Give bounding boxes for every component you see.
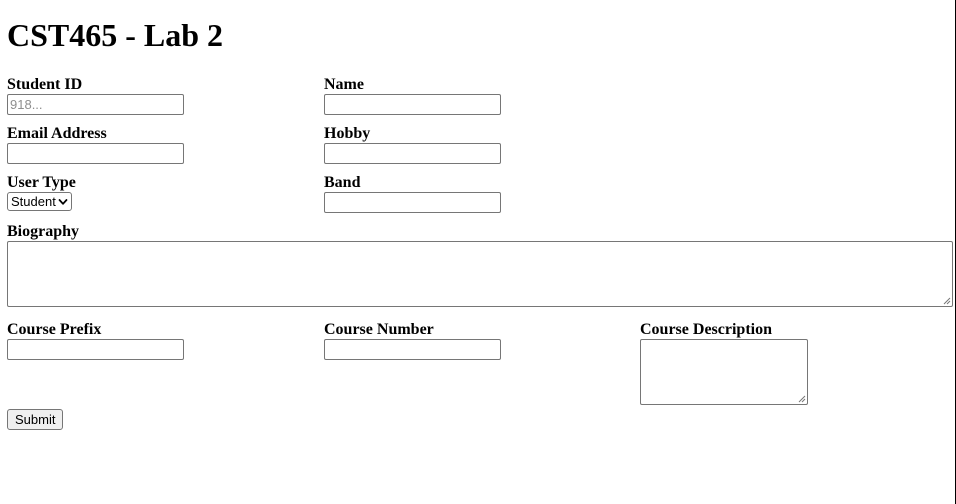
name-label: Name xyxy=(324,76,364,93)
biography-label: Biography xyxy=(7,223,80,240)
student-id-label: Student ID xyxy=(7,76,83,93)
email-label: Email Address xyxy=(7,125,107,142)
user-type-label: User Type xyxy=(7,174,76,191)
submit-button[interactable]: Submit xyxy=(7,409,64,430)
course-prefix-label: Course Prefix xyxy=(7,321,102,338)
band-input[interactable] xyxy=(324,192,501,213)
chevron-down-icon xyxy=(58,198,68,205)
page-title: CST465 - Lab 2 xyxy=(7,17,224,53)
email-input[interactable] xyxy=(7,143,184,164)
student-id-input[interactable] xyxy=(7,94,184,115)
user-type-select[interactable]: Student xyxy=(7,192,72,211)
course-description-textarea[interactable] xyxy=(640,339,808,405)
course-description-label: Course Description xyxy=(640,321,772,338)
hobby-input[interactable] xyxy=(324,143,501,164)
resize-grip-icon[interactable] xyxy=(942,296,951,305)
biography-textarea[interactable] xyxy=(7,241,953,307)
band-label: Band xyxy=(324,174,361,191)
user-type-selected-value: Student xyxy=(11,194,56,209)
resize-grip-icon[interactable] xyxy=(797,394,806,403)
course-prefix-input[interactable] xyxy=(7,339,184,360)
name-input[interactable] xyxy=(324,94,501,115)
course-number-input[interactable] xyxy=(324,339,501,360)
course-number-label: Course Number xyxy=(324,321,434,338)
hobby-label: Hobby xyxy=(324,125,371,142)
lab-form-page: CST465 - Lab 2 Student ID Name Email Add… xyxy=(0,0,955,504)
